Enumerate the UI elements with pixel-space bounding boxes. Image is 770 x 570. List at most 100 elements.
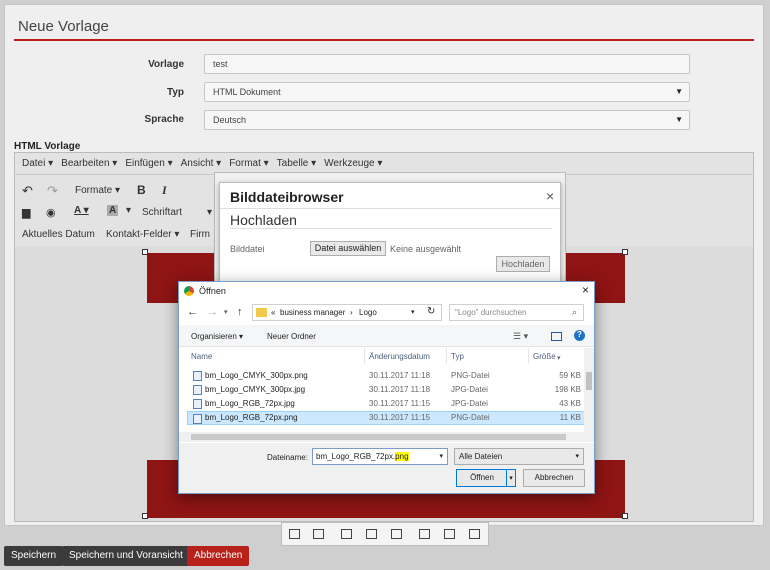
column-type[interactable]: Typ [451,352,464,361]
open-button[interactable]: Öffnen [456,469,508,487]
divider [528,348,529,364]
refresh-icon[interactable]: ↻ [427,306,435,317]
column-name[interactable]: Name [191,352,212,361]
file-name: bm_Logo_RGB_72px.png [205,413,298,422]
resize-handle[interactable] [622,249,628,255]
insert-column-after-icon[interactable] [444,529,455,539]
typ-select[interactable]: HTML Dokument ▼ [204,82,690,102]
schriftart-dropdown[interactable]: Schriftart [142,207,182,218]
file-row[interactable]: bm_Logo_CMYK_300px.png 30.11.2017 11:18 … [187,369,585,383]
chevron-down-icon[interactable]: ▾ [207,207,212,218]
resize-handle[interactable] [142,513,148,519]
typ-value: HTML Dokument [213,87,281,97]
path-separator: › [350,308,353,317]
redo-icon[interactable]: ↷ [47,183,58,199]
path-segment[interactable]: Logo [359,308,377,317]
kontakt-felder-dropdown[interactable]: Kontakt-Felder ▾ [106,229,179,240]
resize-handle[interactable] [622,513,628,519]
file-type: PNG-Datei [451,413,490,422]
file-size: 198 KB [554,385,581,394]
insert-column-before-icon[interactable] [419,529,430,539]
back-arrow-icon[interactable]: ← [187,306,198,318]
file-row[interactable]: bm_Logo_RGB_72px.jpg 30.11.2017 11:15 JP… [187,397,585,411]
file-name: bm_Logo_CMYK_300px.jpg [205,385,306,394]
divider [364,348,365,364]
delete-table-icon[interactable] [313,529,324,539]
close-icon[interactable]: × [582,283,589,297]
chevron-down-icon[interactable]: ▾ [126,205,131,216]
firma-dropdown[interactable]: Firm [190,229,210,240]
delete-row-icon[interactable] [391,529,402,539]
formate-dropdown[interactable]: Formate ▾ [75,185,120,196]
bilddateibrowser-dialog: Bilddateibrowser × Hochladen Bilddatei D… [219,182,561,282]
new-folder-button[interactable]: Neuer Ordner [267,332,316,341]
preview-pane-icon[interactable] [551,332,562,341]
sprache-label: Sprache [144,114,184,125]
file-type: JPG-Datei [451,385,488,394]
menu-einfuegen[interactable]: Einfügen ▾ [125,158,172,169]
forward-arrow-icon[interactable]: → [207,306,218,318]
column-size[interactable]: Größe [533,352,556,361]
filename-input[interactable]: bm_Logo_RGB_72px.png ▾ [312,448,448,465]
background-color-icon[interactable]: A [107,205,119,216]
column-date[interactable]: Änderungsdatum [369,352,430,361]
help-icon[interactable]: ? [574,330,585,341]
save-button[interactable]: Speichern [4,546,64,566]
chevron-down-icon: ▼ [675,115,683,124]
file-row[interactable]: bm_Logo_CMYK_300px.jpg 30.11.2017 11:18 … [187,383,585,397]
chevron-down-icon[interactable]: ▾ [224,308,228,316]
menu-datei[interactable]: Datei ▾ [22,158,53,169]
menu-bearbeiten[interactable]: Bearbeiten ▾ [61,158,117,169]
hochladen-heading: Hochladen [230,212,297,228]
file-type-filter[interactable]: Alle Dateien ▾ [454,448,584,465]
menu-tabelle[interactable]: Tabelle ▾ [277,158,317,169]
cancel-button[interactable]: Abbrechen [187,546,250,566]
resize-handle[interactable] [142,249,148,255]
choose-file-button[interactable]: Datei auswählen [310,241,386,256]
page-title: Neue Vorlage [18,18,109,35]
search-input[interactable]: "Logo" durchsuchen [449,304,584,321]
aktuelles-datum-button[interactable]: Aktuelles Datum [22,229,95,240]
vertical-scrollbar[interactable] [584,348,594,432]
file-size: 59 KB [559,371,581,380]
preview-eye-icon[interactable]: ◉ [46,206,56,219]
chevron-down-icon[interactable]: ▾ [411,308,415,316]
close-icon[interactable]: × [546,188,554,204]
chevron-down-icon[interactable]: ▾ [506,469,516,487]
cancel-dialog-button[interactable]: Abbrechen [523,469,585,487]
menu-werkzeuge[interactable]: Werkzeuge ▾ [324,158,382,169]
upload-button[interactable]: Hochladen [496,256,550,272]
menu-ansicht[interactable]: Ansicht ▾ [181,158,222,169]
file-row-selected[interactable]: bm_Logo_RGB_72px.png 30.11.2017 11:15 PN… [187,411,585,425]
typ-label: Typ [166,87,184,98]
view-options-icon[interactable]: ☰ ▾ [513,331,528,342]
file-size: 43 KB [559,399,581,408]
vorlage-input[interactable]: test [204,54,690,74]
dialog-title: Öffnen [199,286,226,296]
insert-row-before-icon[interactable] [341,529,352,539]
organize-button[interactable]: Organisieren ▾ [191,332,243,341]
sprache-select[interactable]: Deutsch ▼ [204,110,690,130]
bold-icon[interactable]: B [137,183,146,197]
insert-row-after-icon[interactable] [366,529,377,539]
up-arrow-icon[interactable]: ↑ [237,306,243,318]
table-properties-icon[interactable] [289,529,300,539]
divider [446,348,447,364]
italic-icon[interactable]: I [162,183,167,198]
undo-icon[interactable]: ↶ [22,183,33,199]
title-divider [14,39,754,41]
text-color-icon[interactable]: A ▾ [74,205,89,216]
scrollbar-thumb[interactable] [191,434,566,440]
address-bar[interactable]: « business manager › Logo ▾ ↻ [252,304,442,321]
divider [220,208,560,209]
delete-column-icon[interactable] [469,529,480,539]
scrollbar-thumb[interactable] [586,372,592,390]
print-icon[interactable]: ▆ [22,206,30,219]
image-file-icon [193,371,202,381]
path-segment[interactable]: business manager [280,308,345,317]
chevron-down-icon: ▾ [439,453,443,460]
image-file-icon [193,399,202,409]
save-preview-button[interactable]: Speichern und Voransicht [62,546,190,566]
file-size: 11 KB [559,413,581,422]
menu-format[interactable]: Format ▾ [229,158,268,169]
